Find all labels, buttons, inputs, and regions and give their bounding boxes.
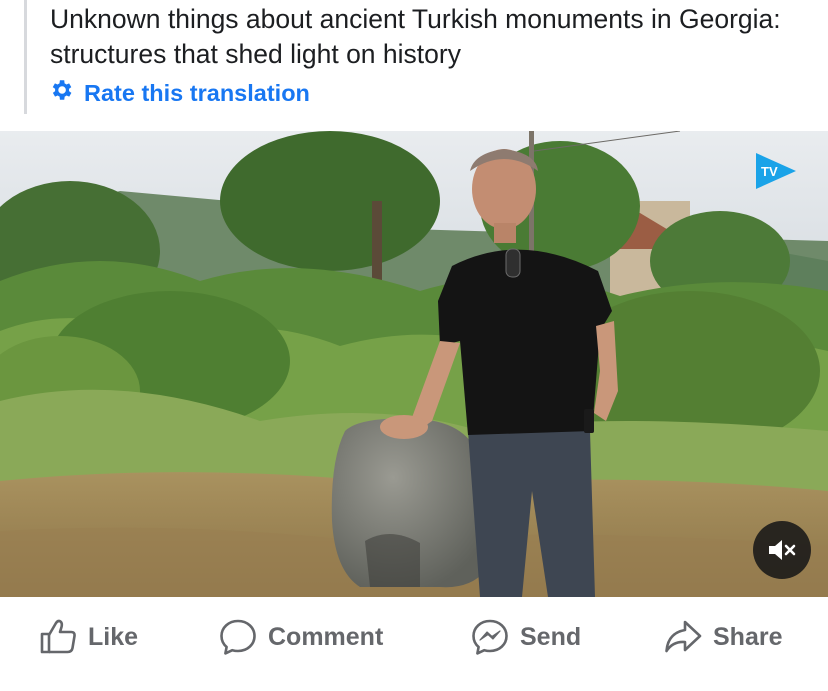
quote-bar (24, 0, 27, 114)
video-frame (0, 131, 828, 597)
mute-button[interactable] (753, 521, 811, 579)
thumbs-up-icon (40, 619, 76, 654)
share-button[interactable]: Share (663, 615, 782, 659)
like-label: Like (88, 622, 139, 651)
channel-logo: TV (756, 153, 796, 189)
video-player[interactable]: TV (0, 131, 828, 597)
gear-icon (48, 77, 74, 109)
share-label: Share (713, 622, 783, 651)
send-button[interactable]: Send (470, 615, 581, 659)
like-button[interactable]: Like (38, 615, 138, 659)
messenger-icon (472, 619, 508, 655)
comment-bubble-icon (220, 619, 256, 655)
action-bar: Like Comment Send Share (0, 597, 828, 691)
post-title: Unknown things about ancient Turkish mon… (50, 4, 781, 69)
comment-label: Comment (268, 622, 384, 651)
rate-translation-link[interactable]: Rate this translation (48, 78, 310, 108)
channel-logo-text: TV (761, 164, 778, 179)
send-label: Send (520, 622, 582, 651)
comment-button[interactable]: Comment (218, 615, 383, 659)
share-arrow-icon (665, 620, 702, 653)
rate-translation-label: Rate this translation (84, 79, 310, 106)
speaker-muted-icon (769, 540, 796, 560)
post-header: Unknown things about ancient Turkish mon… (0, 0, 828, 130)
